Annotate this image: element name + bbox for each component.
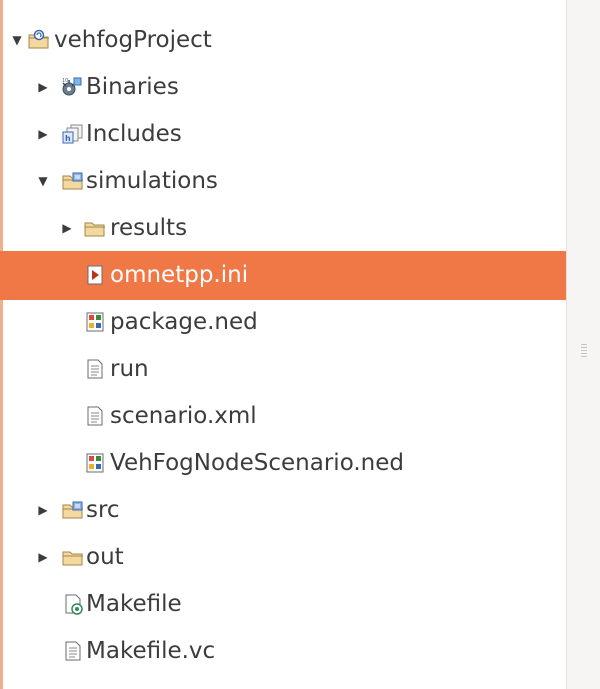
- tree-item-run[interactable]: run: [0, 345, 566, 394]
- project-folder-icon: [28, 29, 49, 49]
- vertical-scrollbar[interactable]: [566, 0, 600, 689]
- text-file-icon: [87, 406, 103, 426]
- scrollbar-grip-icon[interactable]: [581, 344, 587, 358]
- ned-file-icon: [86, 453, 104, 473]
- tree-item-omnetpp-ini[interactable]: omnetpp.ini: [0, 251, 566, 300]
- tree-item-vehfognodescenario-ned[interactable]: VehFogNodeScenario.ned: [0, 439, 566, 488]
- svg-text:h: h: [65, 134, 71, 143]
- tree-item-makefile[interactable]: Makefile: [0, 580, 566, 629]
- tree-item-package-ned[interactable]: package.ned: [0, 298, 566, 347]
- ini-file-icon: [87, 265, 103, 285]
- folder-icon: [62, 551, 83, 566]
- ned-file-icon: [86, 312, 104, 332]
- collapsed-arrow-icon[interactable]: ▶: [60, 219, 74, 237]
- tree-item-label: omnetpp.ini: [110, 262, 249, 288]
- collapsed-arrow-icon[interactable]: ▶: [36, 78, 50, 96]
- tree-item-makefile-vc[interactable]: Makefile.vc: [0, 627, 566, 676]
- tree-item-simulations[interactable]: ▼ simulations: [0, 157, 566, 206]
- tree-item-out[interactable]: ▶ out: [0, 533, 566, 582]
- tree-item-results[interactable]: ▶ results: [0, 204, 566, 253]
- collapsed-arrow-icon[interactable]: ▶: [36, 501, 50, 519]
- source-folder-icon: [62, 172, 83, 190]
- tree-item-binaries[interactable]: ▶ 10 Binaries: [0, 63, 566, 112]
- tree-item-label: run: [110, 356, 149, 382]
- tree-item-label: results: [110, 215, 188, 241]
- folder-icon: [84, 222, 105, 237]
- svg-text:10: 10: [62, 78, 68, 84]
- binaries-icon: 10: [62, 77, 82, 96]
- collapsed-arrow-icon[interactable]: ▶: [36, 548, 50, 566]
- tree-item-label: simulations: [86, 168, 218, 194]
- tree-item-label: VehFogNodeScenario.ned: [110, 450, 405, 476]
- tree-item-src[interactable]: ▶ src: [0, 486, 566, 535]
- source-folder-icon: [62, 501, 83, 519]
- tree-item-label: Binaries: [86, 74, 179, 100]
- expanded-arrow-icon[interactable]: ▼: [10, 31, 24, 49]
- tree-item-label: Makefile: [86, 591, 182, 617]
- text-file-icon: [87, 359, 103, 379]
- text-file-icon: [65, 641, 81, 661]
- tree-item-vehfogproject[interactable]: ▼ vehfogProject: [0, 16, 566, 65]
- makefile-icon: [65, 594, 83, 615]
- collapsed-arrow-icon[interactable]: ▶: [36, 125, 50, 143]
- tree-item-label: out: [86, 544, 124, 570]
- tree-item-label: package.ned: [110, 309, 258, 335]
- tree-item-includes[interactable]: ▶ h Includes: [0, 110, 566, 159]
- tree-item-label: Makefile.vc: [86, 638, 216, 664]
- tree-item-label: Includes: [86, 121, 182, 147]
- tree-item-scenario-xml[interactable]: scenario.xml: [0, 392, 566, 441]
- expanded-arrow-icon[interactable]: ▼: [36, 172, 50, 190]
- tree-item-label: scenario.xml: [110, 403, 257, 429]
- tree-item-label: src: [86, 497, 120, 523]
- tree-item-label: vehfogProject: [54, 27, 212, 53]
- includes-icon: h: [62, 124, 83, 144]
